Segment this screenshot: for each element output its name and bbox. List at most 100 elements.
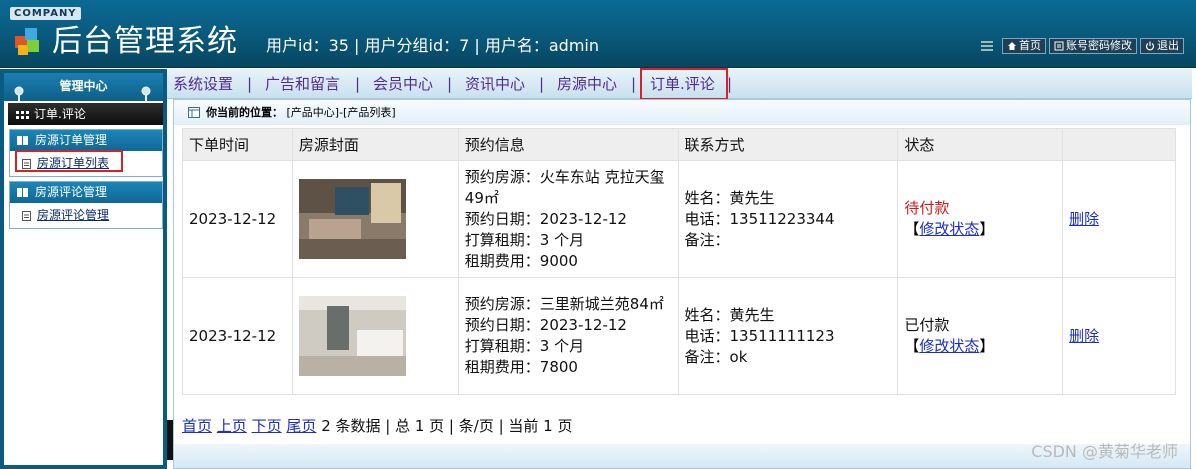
status-cell: 已付款 【修改状态】 bbox=[897, 277, 1064, 395]
location-value: [产品中心]-[产品列表] bbox=[286, 106, 396, 119]
sidebar: 管理中心 订单.评论 房源订单管理 房源订单列表 房源评论管理 房源评论管理 bbox=[0, 69, 167, 469]
cover-cell bbox=[291, 277, 459, 395]
room-photo-image bbox=[298, 296, 406, 376]
contact-phone: 电话：13511223344 bbox=[684, 209, 835, 228]
sidebar-group-comments: 房源评论管理 房源评论管理 bbox=[9, 181, 163, 229]
tab-ads-messages[interactable]: 广告和留言 bbox=[265, 74, 340, 94]
nav-separator: | bbox=[355, 75, 361, 93]
table-row: 2023-12-12 预约房源：火车东站 克拉天玺49㎡ 预约日期：2023-1… bbox=[182, 160, 1176, 278]
column-header: 状态 bbox=[897, 128, 1064, 161]
watermark: CSDN @黄菊华老师 bbox=[1031, 442, 1178, 461]
change-status-link[interactable]: 修改状态 bbox=[919, 220, 979, 238]
contact-name: 姓名：黄先生 bbox=[684, 188, 775, 207]
sidebar-module-title[interactable]: 订单.评论 bbox=[8, 103, 163, 125]
page-last-link[interactable]: 尾页 bbox=[286, 417, 316, 435]
highlight-box bbox=[15, 150, 123, 172]
book-icon bbox=[17, 136, 28, 145]
pagination: 首页 上页 下页 尾页 2 条数据 | 总 1 页 | 条/页 | 当前 1 页 bbox=[182, 416, 572, 436]
page-next-link[interactable]: 下页 bbox=[252, 417, 282, 435]
column-header: 房源封面 bbox=[291, 128, 459, 161]
delete-link[interactable]: 删除 bbox=[1069, 210, 1099, 228]
booking-date: 预约日期：2023-12-12 bbox=[464, 316, 627, 334]
account-label: 账号密码修改 bbox=[1066, 39, 1132, 52]
power-icon bbox=[1145, 41, 1155, 51]
column-header bbox=[1062, 128, 1176, 161]
booking-house: 预约房源：火车东站 克拉天玺49㎡ bbox=[464, 167, 665, 207]
sidebar-collapse-handle[interactable] bbox=[167, 420, 173, 460]
logout-label: 退出 bbox=[1157, 39, 1179, 52]
action-cell: 删除 bbox=[1062, 277, 1176, 395]
contact-note: 备注：ok bbox=[684, 347, 748, 366]
table-row: 2023-12-12 预约房源：三里新城兰苑84㎡ 预约日期：2023-12-1… bbox=[182, 277, 1176, 395]
logout-button[interactable]: 退出 bbox=[1140, 38, 1184, 54]
top-actions: 首页 账号密码修改 退出 bbox=[981, 38, 1184, 54]
form-icon bbox=[1054, 41, 1064, 51]
contact-info: 姓名：黄先生 电话：13511223344 备注： bbox=[677, 160, 899, 278]
nav-separator: | bbox=[247, 75, 253, 93]
delete-link[interactable]: 删除 bbox=[1069, 327, 1099, 345]
orders-table: 下单时间 房源封面 预约信息 联系方式 状态 2023-12-12 预约房源：火… bbox=[182, 128, 1176, 395]
location-label: 你当前的位置： bbox=[206, 106, 283, 119]
grip-icon bbox=[981, 41, 993, 51]
account-password-button[interactable]: 账号密码修改 bbox=[1049, 38, 1137, 54]
change-status-link[interactable]: 修改状态 bbox=[919, 337, 979, 355]
tab-members[interactable]: 会员中心 bbox=[373, 74, 433, 94]
contact-info: 姓名：黄先生 电话：13511111123 备注：ok bbox=[677, 277, 899, 395]
grid-dots-icon bbox=[16, 111, 29, 119]
sidebar-group-label: 房源订单管理 bbox=[35, 133, 108, 147]
home-label: 首页 bbox=[1019, 39, 1041, 52]
user-info: 用户id：35 | 用户分组id：7 | 用户名：admin bbox=[266, 36, 600, 55]
booking-info: 预约房源：三里新城兰苑84㎡ 预约日期：2023-12-12 打算租期：3 个月… bbox=[457, 277, 679, 395]
sidebar-group-head[interactable]: 房源订单管理 bbox=[10, 130, 162, 151]
booking-term: 打算租期：3 个月 bbox=[464, 230, 585, 249]
sidebar-title: 管理中心 bbox=[4, 73, 163, 101]
page-summary: 2 条数据 | 总 1 页 | 条/页 | 当前 1 页 bbox=[321, 417, 573, 435]
top-nav: 系统设置 | 广告和留言 | 会员中心 | 资讯中心 | 房源中心 | 订单.评… bbox=[167, 68, 1192, 100]
booking-term: 打算租期：3 个月 bbox=[464, 337, 585, 355]
sidebar-panel: 管理中心 订单.评论 房源订单管理 房源订单列表 房源评论管理 房源评论管理 bbox=[4, 73, 163, 465]
contact-phone: 电话：13511111123 bbox=[684, 326, 835, 345]
tab-news[interactable]: 资讯中心 bbox=[465, 74, 525, 94]
order-date: 2023-12-12 bbox=[182, 160, 293, 278]
order-date: 2023-12-12 bbox=[182, 277, 293, 395]
cubes-logo-icon bbox=[15, 28, 39, 55]
column-header: 下单时间 bbox=[182, 128, 293, 161]
app-header: COMPANY 后台管理系统 用户id：35 | 用户分组id：7 | 用户名：… bbox=[0, 0, 1196, 68]
main-panel: 你当前的位置： [产品中心]-[产品列表] 下单时间 房源封面 预约信息 联系方… bbox=[173, 99, 1191, 469]
sidebar-item-comment-manage[interactable]: 房源评论管理 bbox=[10, 203, 162, 228]
cover-cell bbox=[291, 160, 459, 278]
book-icon bbox=[17, 188, 28, 197]
status-badge: 待付款 bbox=[904, 199, 950, 217]
company-logo-text: COMPANY bbox=[10, 7, 81, 20]
status-badge: 已付款 bbox=[904, 316, 950, 334]
column-header: 联系方式 bbox=[677, 128, 899, 161]
booking-info: 预约房源：火车东站 克拉天玺49㎡ 预约日期：2023-12-12 打算租期：3… bbox=[457, 160, 679, 278]
column-header: 预约信息 bbox=[457, 128, 679, 161]
location-bar: 你当前的位置： [产品中心]-[产品列表] bbox=[174, 100, 1190, 125]
window-icon bbox=[188, 107, 200, 118]
booking-house: 预约房源：三里新城兰苑84㎡ bbox=[464, 295, 664, 313]
app-title: 后台管理系统 bbox=[52, 24, 238, 59]
sidebar-module-label: 订单.评论 bbox=[34, 107, 86, 121]
sidebar-item-label[interactable]: 房源评论管理 bbox=[37, 208, 109, 222]
highlight-box bbox=[640, 68, 728, 100]
contact-note: 备注： bbox=[684, 230, 730, 249]
booking-fee: 租期费用：7800 bbox=[464, 358, 578, 376]
tab-system-settings[interactable]: 系统设置 bbox=[173, 74, 233, 94]
contact-name: 姓名：黄先生 bbox=[684, 305, 775, 324]
booking-date: 预约日期：2023-12-12 bbox=[464, 209, 627, 228]
home-button[interactable]: 首页 bbox=[1002, 38, 1046, 54]
tab-housing[interactable]: 房源中心 bbox=[557, 74, 617, 94]
nav-separator: | bbox=[539, 75, 545, 93]
room-photo-image bbox=[298, 179, 406, 259]
nav-separator: | bbox=[631, 75, 637, 93]
sidebar-group-head[interactable]: 房源评论管理 bbox=[10, 182, 162, 203]
nav-separator: | bbox=[447, 75, 453, 93]
booking-fee: 租期费用：9000 bbox=[464, 251, 578, 270]
page-first-link[interactable]: 首页 bbox=[182, 417, 212, 435]
sidebar-group-label: 房源评论管理 bbox=[35, 185, 108, 199]
document-icon bbox=[22, 211, 31, 221]
page-prev-link[interactable]: 上页 bbox=[217, 417, 247, 435]
status-cell: 待付款 【修改状态】 bbox=[897, 160, 1064, 278]
house-icon bbox=[1008, 42, 1016, 50]
